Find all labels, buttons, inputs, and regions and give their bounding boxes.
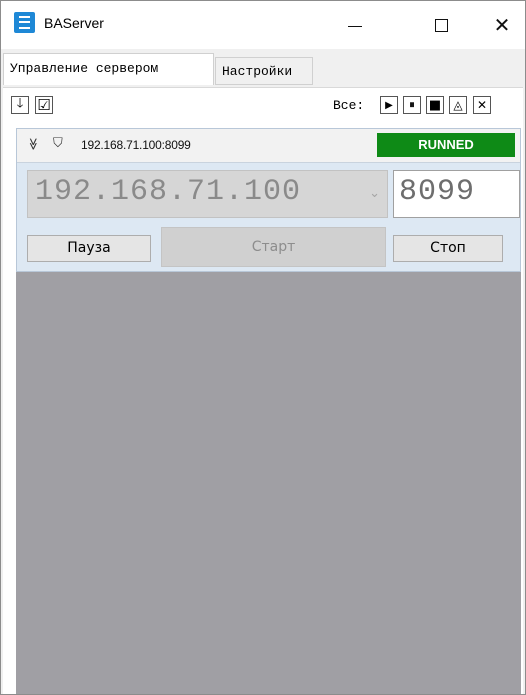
collapse-chevron-icon[interactable]: ≫ xyxy=(26,138,40,151)
ip-select[interactable]: 192.168.71.100 ⌄ xyxy=(27,170,388,218)
stop-all-button[interactable]: ■ xyxy=(426,96,444,114)
start-button[interactable]: Старт xyxy=(161,227,386,267)
play-icon: ▶ xyxy=(385,99,393,111)
tab-content: 🡓 ☑ Все: ▶ ⏸ ■ ◬ ✕ ≫ ⛉ 192.168.71.100:80… xyxy=(3,87,523,694)
all-label: Все: xyxy=(333,98,365,113)
server-list-empty-area xyxy=(16,272,521,694)
port-value: 8099 xyxy=(399,175,476,209)
tab-settings[interactable]: Настройки xyxy=(215,57,313,85)
ip-value: 192.168.71.100 xyxy=(35,175,302,209)
close-button[interactable]: ✕ xyxy=(479,1,525,49)
app-icon xyxy=(14,12,35,33)
toolbar: 🡓 ☑ Все: ▶ ⏸ ■ ◬ ✕ xyxy=(3,88,523,124)
server-panel-header: ≫ ⛉ 192.168.71.100:8099 RUNNED xyxy=(17,129,520,163)
checkbox-checked-icon: ☑ xyxy=(37,96,51,114)
close-all-icon: ✕ xyxy=(476,98,488,112)
arrow-down-icon: 🡓 xyxy=(16,96,24,111)
chevron-down-icon: ⌄ xyxy=(369,186,380,201)
server-panel: ≫ ⛉ 192.168.71.100:8099 RUNNED 192.168.7… xyxy=(16,128,521,272)
minimize-button[interactable] xyxy=(332,1,378,49)
maximize-button[interactable] xyxy=(418,1,464,49)
pause-button[interactable]: Пауза xyxy=(27,235,151,262)
minimize-panel-icon: ◬ xyxy=(453,98,463,112)
window-title: BAServer xyxy=(44,15,104,31)
app-window: BAServer ✕ Управление сервером Настройки… xyxy=(0,0,526,695)
minimize-all-button[interactable]: ◬ xyxy=(449,96,467,114)
tab-server-control[interactable]: Управление сервером xyxy=(3,53,214,85)
stop-button[interactable]: Стоп xyxy=(393,235,503,262)
title-bar: BAServer ✕ xyxy=(1,1,525,49)
minimize-icon xyxy=(348,25,362,27)
shield-icon: ⛉ xyxy=(53,136,63,151)
server-name: 192.168.71.100:8099 xyxy=(81,138,191,152)
maximize-icon xyxy=(434,18,448,32)
pause-all-button[interactable]: ⏸ xyxy=(403,96,421,114)
close-all-button[interactable]: ✕ xyxy=(473,96,491,114)
port-input[interactable]: 8099 xyxy=(393,170,520,218)
pause-icon: ⏸ xyxy=(409,98,415,111)
close-icon: ✕ xyxy=(493,13,511,37)
tab-bar: Управление сервером Настройки xyxy=(1,53,525,87)
status-badge: RUNNED xyxy=(377,133,515,157)
stop-icon: ■ xyxy=(428,97,442,113)
collapse-all-button[interactable]: 🡓 xyxy=(11,96,29,114)
play-all-button[interactable]: ▶ xyxy=(380,96,398,114)
select-all-button[interactable]: ☑ xyxy=(35,96,53,114)
